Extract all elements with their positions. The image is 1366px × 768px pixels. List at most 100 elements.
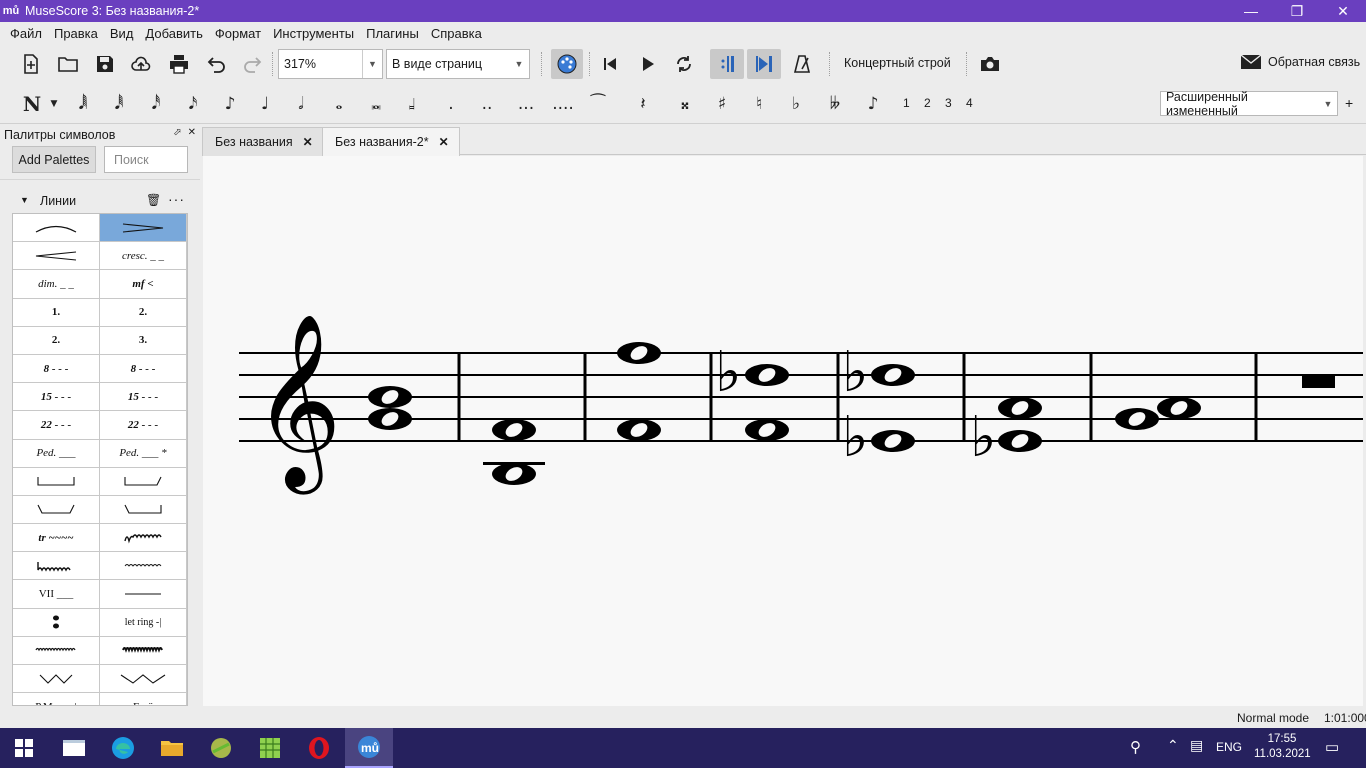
metronome-button[interactable] xyxy=(788,50,816,78)
workspace-combobox[interactable]: Расширенный измененный ▼ xyxy=(1160,90,1338,118)
palette-cell-zigzag-wide[interactable] xyxy=(100,665,187,694)
score-canvas[interactable]: 𝄞 ♭ ♭ ♭ ♭ xyxy=(203,156,1363,706)
new-file-button[interactable] xyxy=(17,50,45,78)
taskbar-file-explorer[interactable] xyxy=(148,728,196,768)
palette-cell-palm-mute[interactable]: P.M. - - -| xyxy=(13,693,100,705)
palette-cell-trill-arpeggio[interactable] xyxy=(13,552,100,581)
taskbar-opera[interactable] xyxy=(295,728,343,768)
note-1024th-button[interactable]: 𝅘𝅥𝅲 xyxy=(72,92,94,116)
note-eighth-button[interactable]: ♪ xyxy=(219,92,241,116)
flip-direction-button[interactable]: ♪ xyxy=(860,92,886,116)
menu-edit[interactable]: Правка xyxy=(48,26,104,41)
undock-icon[interactable]: ⬀ xyxy=(173,127,181,138)
menu-help[interactable]: Справка xyxy=(425,26,488,41)
taskbar-musescore[interactable]: mů xyxy=(345,728,393,768)
taskbar-task-view[interactable] xyxy=(50,728,98,768)
note-64th-button[interactable]: 𝅘𝅥𝅱 xyxy=(108,92,130,116)
palette-cell-trill-wavy[interactable] xyxy=(100,524,187,553)
palette-more-button[interactable]: Ещё xyxy=(100,693,187,705)
close-button[interactable]: ✕ xyxy=(1320,0,1366,22)
palette-cell-slur[interactable] xyxy=(13,214,100,243)
undo-button[interactable] xyxy=(202,50,230,78)
palette-cell-plain-line[interactable] xyxy=(100,580,187,609)
note-quarter-button[interactable]: ♩ xyxy=(254,92,276,116)
double-sharp-button[interactable]: 𝄪 xyxy=(674,92,696,116)
voice-4-button[interactable]: 4 xyxy=(966,96,973,110)
palette-cell-vibrato-wide[interactable] xyxy=(100,636,187,665)
more-options-icon[interactable]: ··· xyxy=(168,191,185,207)
close-icon[interactable]: ✕ xyxy=(439,135,449,149)
note-whole-button[interactable]: 𝅝 xyxy=(328,92,350,116)
palette-cell-15mb[interactable]: 15 - - - xyxy=(100,383,187,412)
open-file-button[interactable] xyxy=(54,50,82,78)
note-input-mode-button[interactable] xyxy=(551,49,583,79)
add-palettes-button[interactable]: Add Palettes xyxy=(12,146,96,173)
image-capture-button[interactable] xyxy=(976,50,1004,78)
palette-cell-volta-3[interactable]: 3. xyxy=(100,326,187,355)
concert-pitch-toggle[interactable]: Концертный строй xyxy=(844,56,951,70)
zoom-value[interactable]: 317% xyxy=(279,57,362,71)
feedback-button[interactable]: Обратная связь xyxy=(1240,54,1360,70)
palette-cell-pedal-star[interactable]: Ped. ___ * xyxy=(100,439,187,468)
quadruple-dot-button[interactable]: .... xyxy=(550,92,576,116)
double-dot-button[interactable]: .. xyxy=(476,92,498,116)
chevron-down-icon[interactable]: ▼ xyxy=(48,92,60,116)
palette-cell-barre[interactable]: VII ___ xyxy=(13,580,100,609)
voice-1-button[interactable]: 1 xyxy=(903,96,910,110)
double-flat-button[interactable]: 𝄫 xyxy=(822,92,848,116)
note-half-button[interactable]: 𝅗𝅥 xyxy=(290,92,312,116)
save-button[interactable] xyxy=(91,50,119,78)
palette-cell-volta-1[interactable]: 1. xyxy=(13,298,100,327)
tab-untitled[interactable]: Без названия ✕ xyxy=(202,127,324,156)
menu-view[interactable]: Вид xyxy=(104,26,140,41)
palette-cell-mf-hairpin[interactable]: mf < xyxy=(100,270,187,299)
palette-cell-text-frame[interactable] xyxy=(13,608,100,637)
note-breve-button[interactable]: 𝅜 xyxy=(365,92,387,116)
palette-cell-pedal-bracket[interactable] xyxy=(13,467,100,496)
upload-button[interactable] xyxy=(127,50,155,78)
palette-cell-pedal[interactable]: Ped. ___ xyxy=(13,439,100,468)
menu-plugins[interactable]: Плагины xyxy=(360,26,425,41)
palette-search-input[interactable]: Поиск xyxy=(104,146,188,173)
palette-cell-zigzag[interactable] xyxy=(13,665,100,694)
palette-cell-dim-line[interactable]: dim. _ _ xyxy=(13,270,100,299)
chevron-up-icon[interactable]: ⌃ xyxy=(1167,737,1179,754)
minimize-button[interactable]: — xyxy=(1228,0,1274,22)
add-workspace-button[interactable]: + xyxy=(1345,95,1353,111)
palette-cell-crescendo[interactable] xyxy=(13,242,100,271)
palette-cell-pedal-bracket-2[interactable] xyxy=(100,467,187,496)
network-icon[interactable]: ▤ xyxy=(1190,737,1203,754)
people-icon[interactable]: ⚲ xyxy=(1130,738,1141,756)
taskbar-spreadsheet[interactable] xyxy=(246,728,294,768)
view-mode-combobox[interactable]: В виде страниц ▼ xyxy=(386,49,530,79)
chevron-down-icon[interactable]: ▼ xyxy=(362,50,382,78)
notifications-icon[interactable]: ▭ xyxy=(1325,738,1339,756)
palette-section-lines[interactable]: ▼ Линии 🗑 ··· xyxy=(0,191,200,211)
palette-cell-vibrato-wavy[interactable] xyxy=(13,636,100,665)
menu-format[interactable]: Формат xyxy=(209,26,267,41)
language-indicator[interactable]: ENG xyxy=(1216,740,1242,754)
rewind-button[interactable] xyxy=(596,50,624,78)
menu-tools[interactable]: Инструменты xyxy=(267,26,360,41)
restore-button[interactable]: ❐ xyxy=(1274,0,1320,22)
flat-button[interactable]: ♭ xyxy=(785,92,807,116)
close-icon[interactable]: ✕ xyxy=(303,135,313,149)
natural-button[interactable]: ♮ xyxy=(748,92,770,116)
note-longa-button[interactable]: 𝆷 xyxy=(401,92,423,116)
note-16th-button[interactable]: 𝅘𝅥𝅯 xyxy=(182,92,204,116)
taskbar-app-disk[interactable] xyxy=(197,728,245,768)
palette-cell-8va[interactable]: 8 - - - xyxy=(13,354,100,384)
voice-2-button[interactable]: 2 xyxy=(924,96,931,110)
close-icon[interactable]: ✕ xyxy=(188,127,196,138)
start-button[interactable] xyxy=(0,728,48,768)
palette-cell-pedal-bracket-3[interactable] xyxy=(13,495,100,525)
palette-cell-let-ring[interactable]: let ring -| xyxy=(100,608,187,637)
zoom-combobox[interactable]: 317% ▼ xyxy=(278,49,383,79)
score-page[interactable]: 𝄞 ♭ ♭ ♭ ♭ xyxy=(203,156,1363,706)
palette-cell-22mb[interactable]: 22 - - - xyxy=(100,411,187,440)
palette-cell-trill[interactable]: tr ~~~~ xyxy=(13,524,100,553)
augmentation-dot-button[interactable]: . xyxy=(440,92,462,116)
note-32nd-button[interactable]: 𝅘𝅥𝅰 xyxy=(145,92,167,116)
menu-file[interactable]: Файл xyxy=(4,26,48,41)
palette-cell-22ma[interactable]: 22 - - - xyxy=(13,411,100,440)
